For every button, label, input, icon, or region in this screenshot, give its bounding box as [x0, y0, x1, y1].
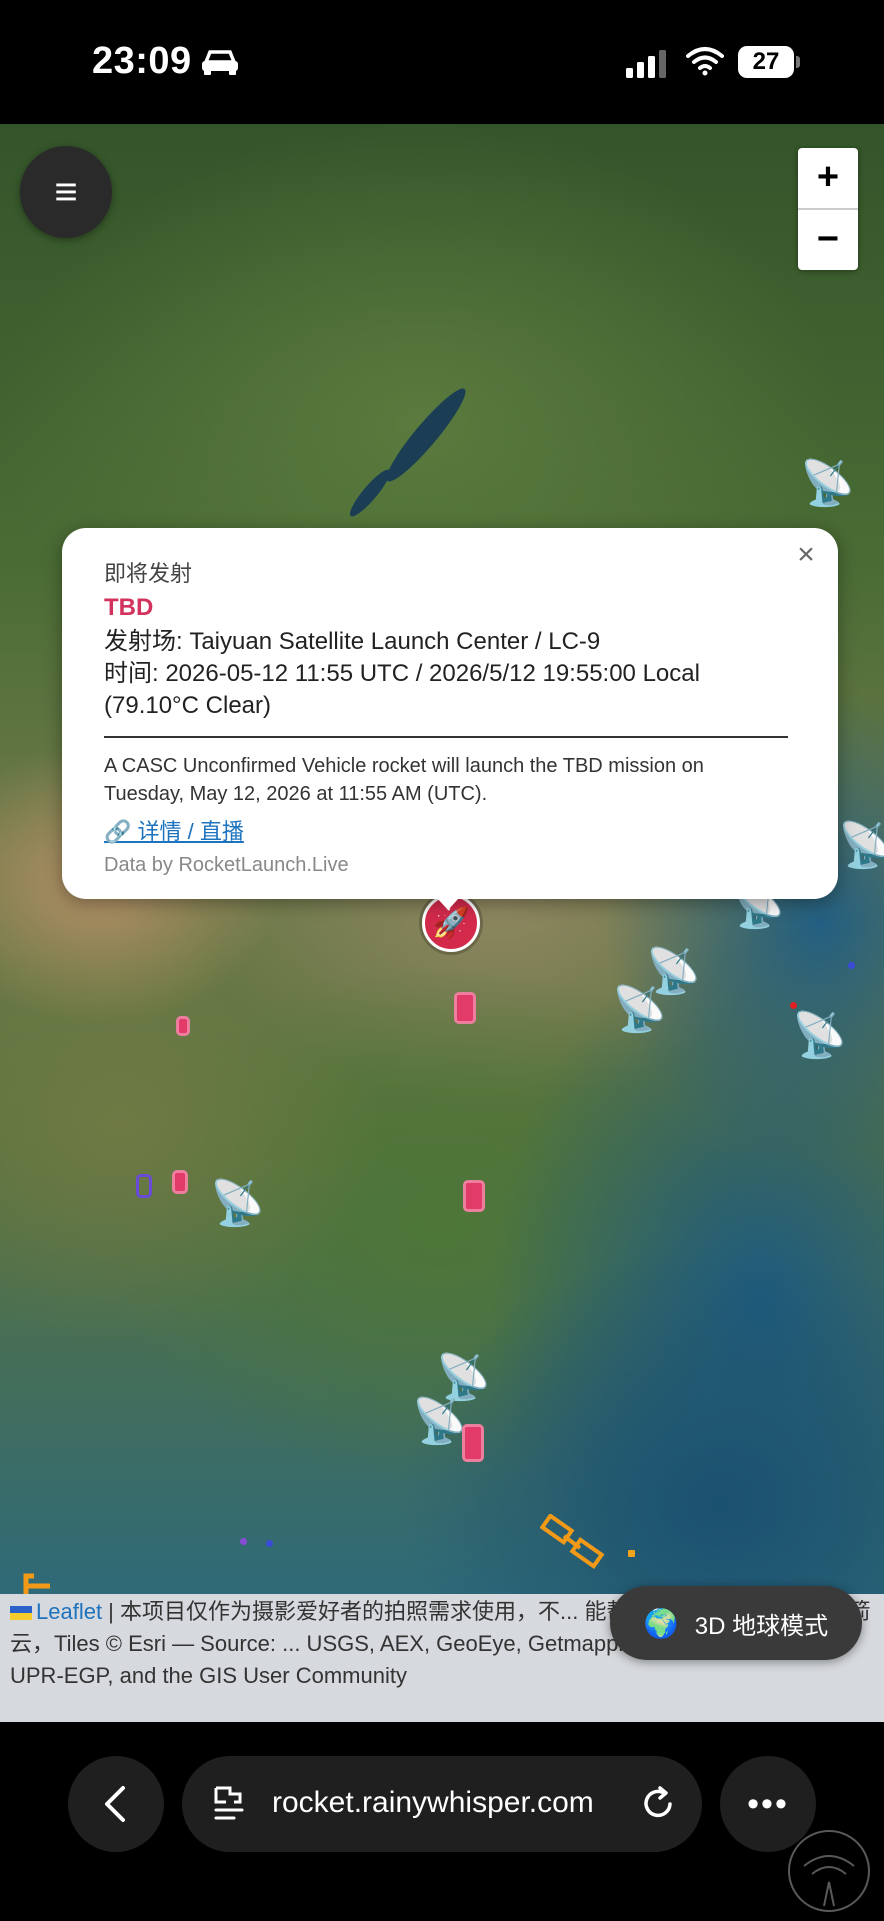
launch-weather: (79.10°C Clear) [104, 692, 271, 719]
launch-pad-marker[interactable] [176, 1016, 190, 1036]
launch-pad-marker[interactable] [454, 992, 476, 1024]
map-dot [628, 1550, 635, 1557]
ground-station-icon[interactable]: 📡 [838, 824, 884, 868]
address-bar[interactable]: rocket.rainywhisper.com [182, 1756, 702, 1852]
page-settings-icon [214, 1786, 244, 1820]
car-icon [200, 48, 240, 81]
satellite-icon[interactable] [20, 1572, 56, 1594]
close-popup-button[interactable]: × [788, 538, 824, 572]
map-dot [790, 1002, 797, 1009]
map-dot [240, 1538, 247, 1545]
ground-station-icon[interactable]: 📡 [612, 988, 667, 1032]
reload-icon[interactable] [640, 1784, 678, 1824]
menu-button[interactable]: ≡ [20, 146, 112, 238]
zoom-out-button[interactable]: − [798, 210, 858, 270]
launch-site: 发射场: Taiyuan Satellite Launch Center / L… [104, 628, 601, 655]
ground-station-icon[interactable]: 📡 [792, 1014, 847, 1058]
data-credit: Data by RocketLaunch.Live [104, 854, 349, 876]
battery-icon: 27 [738, 46, 800, 78]
leaflet-link[interactable]: Leaflet [36, 1599, 102, 1624]
divider [104, 736, 788, 738]
hamburger-icon: ≡ [54, 169, 78, 214]
status-time: 23:09 [92, 40, 192, 82]
ground-station-icon[interactable]: 📡 [800, 462, 855, 506]
satellite-icon[interactable] [539, 1513, 610, 1579]
ground-station-icon[interactable]: 📡 [412, 1400, 467, 1444]
popup-tip [426, 886, 470, 910]
globe-icon: 🌍 [643, 1607, 679, 1639]
browser-toolbar: rocket.rainywhisper.com ••• [0, 1722, 884, 1920]
globe-3d-label: 3D 地球模式 [694, 1612, 829, 1640]
chevron-left-icon [105, 1786, 125, 1822]
ground-station-icon[interactable]: 📡 [436, 1356, 491, 1400]
launch-pad-marker[interactable] [462, 1424, 484, 1462]
launch-description: A CASC Unconfirmed Vehicle rocket will l… [104, 755, 704, 805]
watermark-logo [784, 1826, 874, 1921]
launch-pad-marker[interactable] [463, 1180, 485, 1212]
mission-name: TBD [104, 594, 154, 621]
launch-pad-marker[interactable] [172, 1170, 188, 1194]
lake-baikal [379, 381, 473, 489]
map-dot [266, 1540, 273, 1547]
launch-popup: × 即将发射 TBD 发射场: Taiyuan Satellite Launch… [62, 528, 838, 899]
launch-time: 时间: 2026-05-12 11:55 UTC / 2026/5/12 19:… [104, 660, 700, 687]
ukraine-flag-icon [10, 1606, 32, 1621]
lake-feature [345, 465, 395, 521]
globe-3d-button[interactable]: 🌍 3D 地球模式 [610, 1586, 862, 1660]
status-bar: 23:09 27 [0, 0, 884, 124]
launch-pad-marker[interactable] [136, 1174, 152, 1198]
launch-status: 即将发射 [104, 561, 193, 586]
zoom-in-button[interactable]: + [798, 148, 858, 210]
zoom-control: + − [798, 148, 858, 270]
url-text: rocket.rainywhisper.com [272, 1786, 594, 1819]
ground-station-icon[interactable]: 📡 [210, 1182, 265, 1226]
map-dot [848, 962, 855, 969]
wifi-icon [686, 46, 724, 81]
details-live-link[interactable]: 🔗 详情 / 直播 [104, 814, 244, 846]
cellular-signal-icon [626, 50, 670, 83]
back-button[interactable] [68, 1756, 164, 1852]
